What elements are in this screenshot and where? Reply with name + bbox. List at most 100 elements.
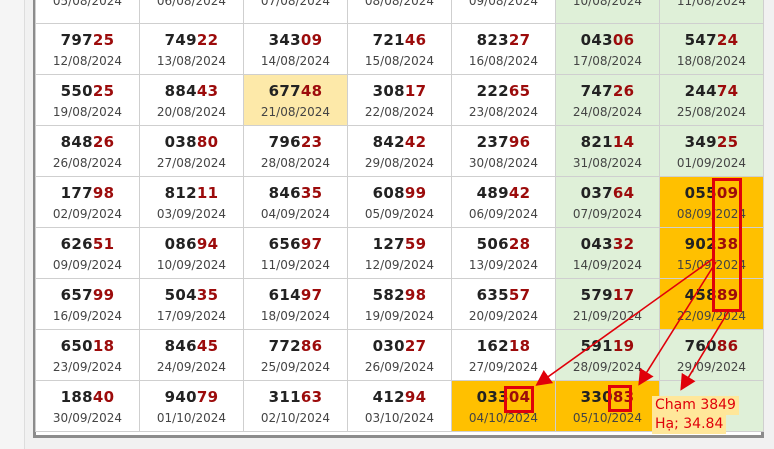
result-tail-digits: 18 [508, 336, 531, 355]
result-cell: 50628 13/09/2024 [451, 227, 556, 279]
result-number: 18840 [36, 388, 139, 406]
result-head-digits: 846 [268, 183, 301, 202]
result-date: 19/09/2024 [364, 308, 435, 323]
result-tail-digits: 09 [300, 30, 323, 49]
result-date: 10/08/2024 [572, 0, 643, 8]
result-head-digits: 311 [268, 387, 301, 406]
result-head-digits: 504 [164, 285, 197, 304]
result-number: 16218 [452, 337, 555, 355]
result-cell: 23796 30/08/2024 [451, 125, 556, 177]
result-tail-digits: 57 [508, 285, 531, 304]
result-date: 01/10/2024 [156, 410, 227, 425]
result-cell: 55025 19/08/2024 [35, 74, 140, 126]
table-row: 65799 16/09/2024 50435 17/09/2024 61497 18/09… [35, 278, 764, 330]
result-tail-digits: 17 [612, 285, 635, 304]
result-head-digits: 582 [372, 285, 405, 304]
result-head-digits: 127 [372, 234, 405, 253]
result-head-digits: 772 [268, 336, 301, 355]
result-number: 84242 [348, 133, 451, 151]
table-row: 55025 19/08/2024 88443 20/08/2024 67748 21/08… [35, 74, 764, 126]
result-head-digits: 177 [60, 183, 93, 202]
result-cell: 54724 18/08/2024 [659, 23, 764, 75]
result-tail-digits: 35 [300, 183, 323, 202]
result-date: 16/08/2024 [468, 53, 539, 68]
result-head-digits: 244 [684, 81, 717, 100]
result-cell: 59119 28/09/2024 [555, 329, 660, 381]
result-date: 09/09/2024 [52, 257, 123, 272]
result-date: 08/08/2024 [364, 0, 435, 8]
result-cell: 17798 02/09/2024 [35, 176, 140, 228]
result-date: 24/09/2024 [156, 359, 227, 374]
result-tail-digits: 26 [92, 132, 115, 151]
result-head-digits: 635 [476, 285, 509, 304]
result-cell: 08694 10/09/2024 [139, 227, 244, 279]
result-tail-digits: 17 [404, 81, 427, 100]
result-number: 60899 [348, 184, 451, 202]
result-tail-digits: 06 [612, 30, 635, 49]
result-number: 82114 [556, 133, 659, 151]
result-date: 01/09/2024 [676, 155, 747, 170]
result-date: 18/08/2024 [676, 53, 747, 68]
result-date: 07/08/2024 [260, 0, 331, 8]
result-number: 79725 [36, 31, 139, 49]
result-tail-digits: 19 [612, 336, 635, 355]
result-cell: 61497 18/09/2024 [243, 278, 348, 330]
result-date: 11/08/2024 [676, 0, 747, 8]
annotation-line-1: Chạm 3849 [652, 396, 739, 415]
result-date: 23/08/2024 [468, 104, 539, 119]
result-tail-digits: 94 [196, 234, 219, 253]
result-number: 34925 [660, 133, 763, 151]
result-cell: 60899 05/09/2024 [347, 176, 452, 228]
result-head-digits: 547 [684, 30, 717, 49]
result-tail-digits: 80 [196, 132, 219, 151]
result-cell: 76086 29/09/2024 [659, 329, 764, 381]
result-number: 48942 [452, 184, 555, 202]
result-cell: 09/08/2024 [451, 0, 556, 24]
result-tail-digits: 42 [404, 132, 427, 151]
result-date: 21/08/2024 [260, 104, 331, 119]
result-cell: 81211 03/09/2024 [139, 176, 244, 228]
result-date: 02/10/2024 [260, 410, 331, 425]
result-date: 05/09/2024 [364, 206, 435, 221]
result-date: 17/08/2024 [572, 53, 643, 68]
result-date: 14/08/2024 [260, 53, 331, 68]
result-cell: 08/08/2024 [347, 0, 452, 24]
result-head-digits: 037 [580, 183, 613, 202]
result-date: 03/09/2024 [156, 206, 227, 221]
result-head-digits: 821 [580, 132, 613, 151]
result-tail-digits: 27 [508, 30, 531, 49]
result-date: 21/09/2024 [572, 308, 643, 323]
result-tail-digits: 97 [300, 285, 323, 304]
result-tail-digits: 27 [404, 336, 427, 355]
result-cell: 34309 14/08/2024 [243, 23, 348, 75]
result-head-digits: 591 [580, 336, 613, 355]
result-number: 04332 [556, 235, 659, 253]
result-cell: 72146 15/08/2024 [347, 23, 452, 75]
result-date: 20/09/2024 [468, 308, 539, 323]
result-head-digits: 656 [268, 234, 301, 253]
result-head-digits: 760 [684, 336, 717, 355]
result-head-digits: 162 [476, 336, 509, 355]
result-number: 12759 [348, 235, 451, 253]
result-tail-digits: 86 [300, 336, 323, 355]
result-cell: 03027 26/09/2024 [347, 329, 452, 381]
result-head-digits: 657 [60, 285, 93, 304]
result-date: 28/08/2024 [260, 155, 331, 170]
result-number: 67748 [244, 82, 347, 100]
result-number: 30817 [348, 82, 451, 100]
result-tail-digits: 42 [508, 183, 531, 202]
result-cell: 07/08/2024 [243, 0, 348, 24]
result-number: 24474 [660, 82, 763, 100]
result-head-digits: 550 [60, 81, 93, 100]
result-number: 88443 [140, 82, 243, 100]
table-row: 62651 09/09/2024 08694 10/09/2024 65697 11/09… [35, 227, 764, 279]
result-cell: 84635 04/09/2024 [243, 176, 348, 228]
result-number: 03027 [348, 337, 451, 355]
result-head-digits: 188 [60, 387, 93, 406]
result-cell: 04306 17/08/2024 [555, 23, 660, 75]
result-date: 18/09/2024 [260, 308, 331, 323]
result-number: 41294 [348, 388, 451, 406]
result-number: 65697 [244, 235, 347, 253]
result-tail-digits: 99 [92, 285, 115, 304]
result-cell: 63557 20/09/2024 [451, 278, 556, 330]
